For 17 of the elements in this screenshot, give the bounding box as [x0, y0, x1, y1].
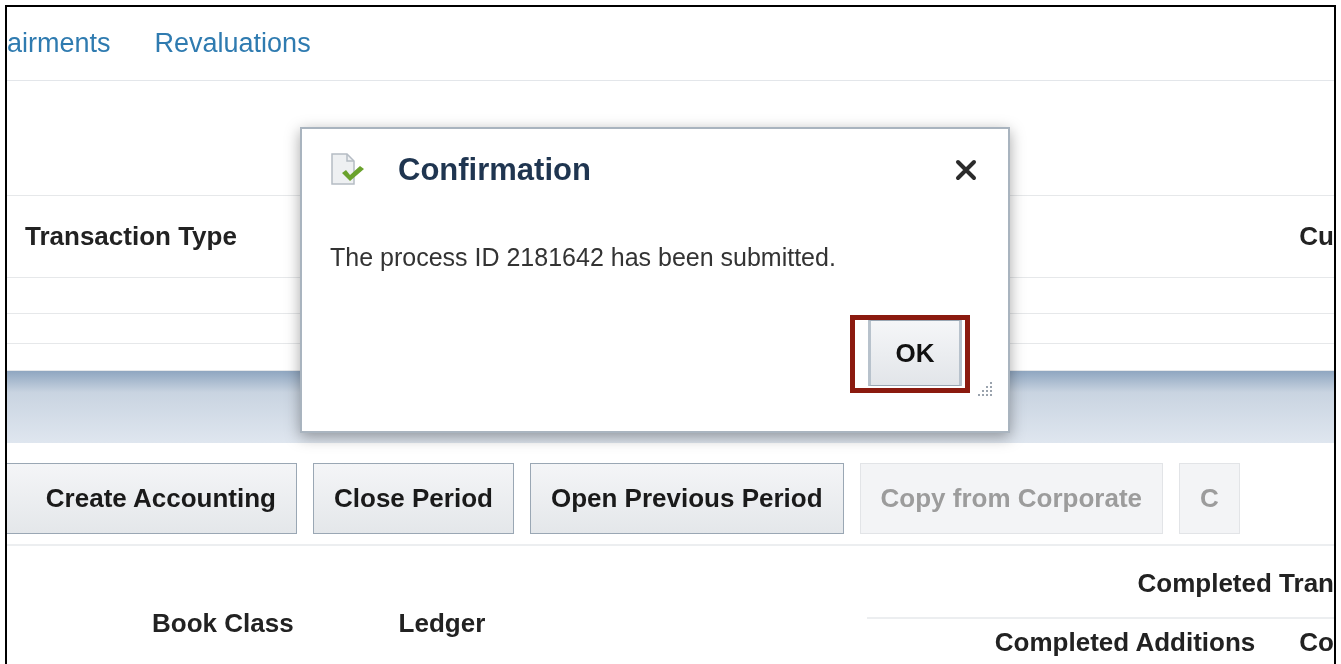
close-icon[interactable] — [954, 158, 978, 182]
tab-link[interactable]: Revaluations — [154, 28, 311, 59]
column-header: Co — [1299, 627, 1334, 658]
tab-link[interactable]: airments — [7, 28, 111, 59]
column-header: Cu — [1299, 221, 1334, 252]
action-button[interactable]: Open Previous Period — [529, 463, 844, 534]
column-header: Completed Additions — [994, 627, 1256, 658]
column-group-header: Completed Tran — [867, 546, 1334, 619]
action-button[interactable]: Create Accounting — [7, 463, 297, 534]
document-check-icon — [330, 153, 366, 187]
ok-button[interactable]: OK — [868, 320, 962, 386]
dialog-title: Confirmation — [398, 152, 592, 188]
dialog-message: The process ID 2181642 has been submitted. — [329, 242, 837, 272]
column-header: Ledger — [398, 608, 486, 640]
column-header: Book Class — [152, 608, 294, 640]
action-button[interactable]: Close Period — [313, 463, 514, 534]
column-header: Transaction Type — [25, 221, 237, 252]
